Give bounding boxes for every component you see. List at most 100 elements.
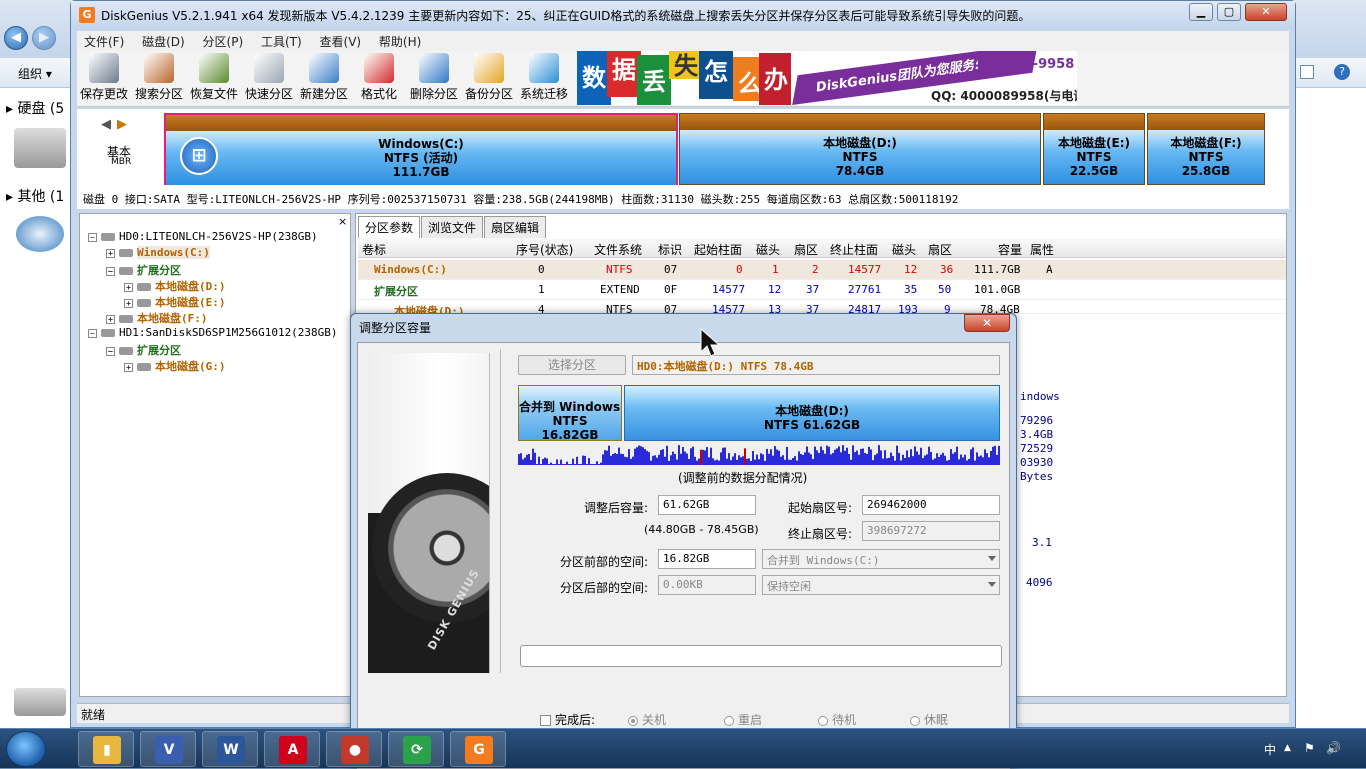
tree-toggle-icon[interactable]: − (88, 328, 97, 338)
table-row[interactable]: 本地磁盘(D:) 4 NTFS 07 14577 13 37 24817 193… (358, 300, 1286, 314)
tree-item[interactable]: + 本地磁盘(E:) (124, 294, 226, 310)
save-changes-button[interactable]: 保存更改 (77, 53, 131, 102)
column-header[interactable]: 磁头 (756, 241, 780, 258)
next-disk-arrow-icon[interactable]: ▶ (117, 117, 127, 132)
tab-browse-files[interactable]: 浏览文件 (421, 216, 484, 238)
ad-banner[interactable]: 数 据 丢 失 怎 么 办 DiskGenius团队为您服务! 400-008-… (577, 51, 1077, 105)
tree-item[interactable]: + Windows(C:) (106, 246, 210, 262)
tree-toggle-icon[interactable]: + (106, 314, 115, 324)
start-sector-input[interactable]: 269462000 (862, 495, 1000, 515)
sidebar-item-other[interactable]: ▸ 其他 (1 (6, 186, 64, 206)
column-header[interactable]: 属性 (1030, 241, 1054, 258)
tree-item[interactable]: − 扩展分区 (106, 342, 181, 358)
tray-expand-icon[interactable]: ▲ (1284, 743, 1291, 753)
column-header[interactable]: 文件系统 (594, 241, 642, 258)
option-restart[interactable]: 重启 (724, 711, 762, 728)
tree-item[interactable]: + 本地磁盘(D:) (124, 278, 226, 294)
after-completion-checkbox[interactable]: 完成后: (540, 711, 595, 728)
tree-item[interactable]: − HD0:LITEONLCH-256V2S-HP(238GB) (88, 230, 318, 246)
menu-disk[interactable]: 磁盘(D) (135, 31, 192, 52)
tree-item[interactable]: + 本地磁盘(G:) (124, 358, 226, 374)
option-hibernate[interactable]: 休眠 (910, 711, 948, 728)
minimize-button[interactable]: ▁ (1189, 3, 1213, 21)
taskbar-app[interactable]: W (202, 731, 258, 767)
close-button[interactable]: ✕ (1245, 3, 1287, 21)
back-space-action-select[interactable]: 保持空闲 (762, 575, 1000, 595)
taskbar-app[interactable]: G (450, 731, 506, 767)
quick-partition-button[interactable]: 快速分区 (242, 53, 296, 102)
partition-block-c[interactable]: ⊞ Windows(C:) NTFS (活动) 111.7GB (164, 113, 678, 185)
volume-icon[interactable]: 🔊 (1326, 741, 1341, 755)
front-space-action-select[interactable]: 合并到 Windows(C:) (762, 549, 1000, 569)
tree-toggle-icon[interactable]: − (106, 346, 115, 356)
front-space-input[interactable]: 16.82GB (658, 549, 756, 569)
size-input[interactable]: 61.62GB (658, 495, 756, 515)
tree-toggle-icon[interactable]: − (88, 232, 97, 242)
resized-part-block[interactable]: 本地磁盘(D:) NTFS 61.62GB (624, 385, 1000, 441)
tab-partition-params[interactable]: 分区参数 (358, 216, 421, 238)
dialog-close-button[interactable]: ✕ (964, 314, 1010, 332)
tree-toggle-icon[interactable]: + (124, 282, 133, 292)
taskbar-app[interactable]: V (140, 731, 196, 767)
tree-toggle-icon[interactable]: + (124, 298, 133, 308)
action-center-flag-icon[interactable]: ⚑ (1304, 741, 1315, 755)
taskbar-app[interactable]: ● (326, 731, 382, 767)
organize-menu[interactable]: 组织 ▾ (18, 65, 52, 82)
sidebar-item-hard-disks[interactable]: ▸ 硬盘 (5 (6, 98, 64, 118)
drive-icon[interactable] (14, 128, 66, 168)
maximize-button[interactable]: ▢ (1217, 3, 1241, 21)
drive-icon[interactable] (14, 688, 66, 716)
prev-disk-arrow-icon[interactable]: ◀ (101, 117, 111, 132)
column-header[interactable]: 序号(状态) (516, 241, 573, 258)
table-row[interactable]: Windows(C:) 0 NTFS 07 0 1 2 14577 12 36 … (358, 260, 1286, 280)
menu-view[interactable]: 查看(V) (313, 31, 369, 52)
column-header[interactable]: 扇区 (928, 241, 952, 258)
select-partition-button[interactable]: 选择分区 (518, 355, 626, 375)
start-button[interactable] (6, 731, 46, 767)
column-header[interactable]: 卷标 (362, 241, 386, 258)
network-drive-icon[interactable] (16, 216, 64, 252)
tree-toggle-icon[interactable]: + (124, 362, 133, 372)
merge-part-block[interactable]: 合并到 Windows(C NTFS 16.82GB (518, 385, 622, 442)
format-button[interactable]: 格式化 (352, 53, 406, 102)
partition-block-f[interactable]: 本地磁盘(F:) NTFS 25.8GB (1147, 113, 1265, 185)
column-header[interactable]: 起始柱面 (694, 241, 742, 258)
taskbar-app[interactable]: A (264, 731, 320, 767)
search-partition-button[interactable]: 搜索分区 (132, 53, 186, 102)
menu-partition[interactable]: 分区(P) (196, 31, 251, 52)
tree-item[interactable]: + 本地磁盘(F:) (106, 310, 208, 326)
forward-arrow-icon[interactable]: ▶ (32, 26, 56, 50)
tree-toggle-icon[interactable]: − (106, 266, 115, 276)
tree-close-icon[interactable]: × (338, 215, 347, 228)
menu-help[interactable]: 帮助(H) (372, 31, 428, 52)
recover-files-button[interactable]: 恢复文件 (187, 53, 241, 102)
column-header[interactable]: 扇区 (794, 241, 818, 258)
tree-item[interactable]: − 扩展分区 (106, 262, 181, 278)
option-standby[interactable]: 待机 (818, 711, 856, 728)
delete-partition-button[interactable]: 删除分区 (407, 53, 461, 102)
tab-sector-edit[interactable]: 扇区编辑 (484, 216, 547, 238)
option-shutdown[interactable]: 关机 (628, 711, 666, 728)
histogram-bar (942, 452, 944, 465)
ime-indicator[interactable]: 中 (1264, 741, 1276, 758)
backup-partition-button[interactable]: 备份分区 (462, 53, 516, 102)
column-header[interactable]: 磁头 (892, 241, 916, 258)
back-arrow-icon[interactable]: ◀ (4, 26, 28, 50)
menu-file[interactable]: 文件(F) (77, 31, 131, 52)
preview-pane-icon[interactable] (1300, 65, 1314, 79)
menu-tools[interactable]: 工具(T) (254, 31, 309, 52)
tree-item[interactable]: − HD1:SanDiskSD6SP1M256G1012(238GB) (88, 326, 338, 342)
partition-block-e[interactable]: 本地磁盘(E:) NTFS 22.5GB (1043, 113, 1145, 185)
tree-toggle-icon[interactable]: + (106, 248, 115, 258)
partition-block-d[interactable]: 本地磁盘(D:) NTFS 78.4GB (679, 113, 1041, 185)
table-row[interactable]: 扩展分区 1 EXTEND 0F 14577 12 37 27761 35 50… (358, 280, 1286, 300)
taskbar-app[interactable]: ⟳ (388, 731, 444, 767)
column-header[interactable]: 标识 (658, 241, 682, 258)
column-header[interactable]: 容量 (998, 241, 1022, 258)
taskbar-app[interactable]: ▮ (78, 731, 134, 767)
system-migration-button[interactable]: 系统迁移 (517, 53, 571, 102)
new-partition-button[interactable]: 新建分区 (297, 53, 351, 102)
column-header[interactable]: 终止柱面 (830, 241, 878, 258)
help-icon[interactable]: ? (1334, 64, 1350, 80)
histogram-bar (952, 453, 954, 465)
